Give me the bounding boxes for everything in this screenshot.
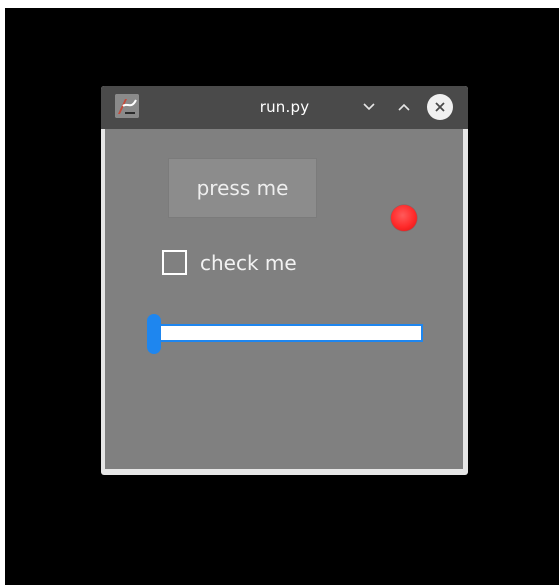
check-me-checkbox[interactable] [162,250,187,275]
minimize-button[interactable] [356,94,382,120]
status-indicator-led [391,205,417,231]
maximize-button[interactable] [391,94,417,120]
slider-handle[interactable] [147,314,161,354]
maximize-icon [398,103,410,111]
close-icon [427,94,453,120]
title-bar[interactable]: run.py [101,86,468,129]
window-content: press me check me [105,129,463,469]
app-window: run.py press me check me [101,86,468,475]
close-button[interactable] [427,94,453,120]
slider-track[interactable] [151,324,423,342]
minimize-icon [363,103,375,111]
checkbox-label[interactable]: check me [200,251,297,275]
press-me-button[interactable]: press me [168,158,317,218]
